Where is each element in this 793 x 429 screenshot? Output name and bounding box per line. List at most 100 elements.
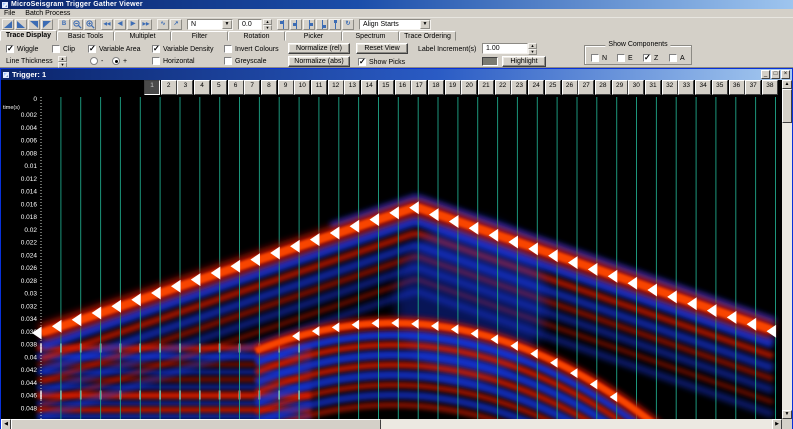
trace-header-button[interactable]: 31	[645, 80, 661, 95]
component-e-checkbox[interactable]: E	[617, 53, 633, 63]
label-increment-input[interactable]: 1.00	[482, 43, 528, 54]
component-select[interactable]: N ▼	[187, 18, 233, 30]
wiggle-scale-icon-4[interactable]	[41, 18, 53, 30]
trace-header-button[interactable]: 33	[678, 80, 695, 95]
normalize-abs-button[interactable]: Normalize (abs)	[288, 56, 350, 67]
wiggle-scale-icon-3[interactable]	[28, 18, 40, 30]
trace-header-button[interactable]: 32	[661, 80, 678, 95]
trace-header-button[interactable]: 35	[711, 80, 728, 95]
vertical-scroll-thumb[interactable]	[782, 89, 792, 123]
trace-header-button[interactable]: 20	[461, 80, 478, 95]
trace-header-button[interactable]: 29	[611, 80, 628, 95]
align-tool-icon-1[interactable]	[277, 18, 289, 30]
tab-rotation[interactable]: Rotation	[228, 31, 285, 41]
menu-batch-process[interactable]: Batch Process	[25, 10, 70, 17]
highlight-button[interactable]: Highlight	[502, 56, 546, 67]
line-thickness-spinner[interactable]: ▲ ▼	[58, 56, 67, 68]
zoom-out-icon[interactable]	[71, 18, 83, 30]
tab-basic-tools[interactable]: Basic Tools	[57, 31, 114, 41]
trace-header-button[interactable]: 24	[528, 80, 545, 95]
trace-header-button[interactable]: 15	[377, 80, 394, 95]
close-button[interactable]: ×	[781, 70, 790, 79]
align-tool-icon-2[interactable]	[290, 18, 302, 30]
tab-picker[interactable]: Picker	[285, 31, 342, 41]
label-increment-spinner[interactable]: ▲ ▼	[528, 43, 537, 55]
scroll-right-button[interactable]: ▶	[772, 419, 782, 429]
variable-density-checkbox[interactable]: Variable Density	[152, 44, 213, 54]
trace-header-button[interactable]: 12	[327, 80, 344, 95]
trace-header-button[interactable]: 4	[194, 80, 211, 95]
trace-header-button[interactable]: 8	[260, 80, 277, 95]
seismic-gather-canvas[interactable]: 0 0.002 0.004 0.006 0.008 0.01 0.012 0.014 0.016…	[1, 95, 782, 429]
trace-header-button[interactable]: 13	[344, 80, 361, 95]
trace-header-button[interactable]: 3	[177, 80, 194, 95]
spin-down-icon[interactable]: ▼	[528, 49, 537, 55]
align-tool-icon-5[interactable]	[329, 18, 341, 30]
refresh-icon[interactable]: ↻	[342, 18, 354, 30]
trace-header-button[interactable]: 17	[411, 80, 428, 95]
trace-header-button[interactable]: 21	[478, 80, 494, 95]
trace-header-button[interactable]: 37	[745, 80, 762, 95]
tab-trace-ordering[interactable]: Trace Ordering	[399, 31, 456, 41]
next-trigger-icon[interactable]: ▶	[127, 18, 139, 30]
export-icon[interactable]: ↗	[170, 18, 182, 30]
restore-button[interactable]: □	[771, 70, 780, 79]
scroll-left-button[interactable]: ◀	[1, 419, 11, 429]
trace-header-button[interactable]: 6	[227, 80, 244, 95]
trace-header-button[interactable]: 36	[728, 80, 745, 95]
highlight-colour-swatch[interactable]	[482, 57, 498, 66]
align-tool-icon-4[interactable]	[316, 18, 328, 30]
trace-header-button[interactable]: 38	[761, 80, 778, 95]
horizontal-scrollbar[interactable]: ◀ ▶	[1, 419, 782, 429]
component-a-checkbox[interactable]: A	[669, 53, 685, 63]
trace-header-button[interactable]: 26	[561, 80, 578, 95]
last-trigger-icon[interactable]: ▶▶	[140, 18, 152, 30]
trace-header-button[interactable]: 25	[544, 80, 561, 95]
tab-trace-display[interactable]: Trace Display	[0, 30, 57, 41]
trace-header-button[interactable]: 7	[244, 80, 261, 95]
zoom-in-icon[interactable]	[84, 18, 96, 30]
first-trigger-icon[interactable]: ◀◀	[101, 18, 113, 30]
vertical-scrollbar[interactable]: ▲ ▼	[782, 80, 792, 419]
show-picks-checkbox[interactable]: Show Picks	[358, 57, 405, 67]
thickness-minus-radio[interactable]: -	[90, 56, 103, 66]
trace-header-button[interactable]: 1	[144, 80, 160, 95]
horizontal-checkbox[interactable]: Horizontal	[152, 56, 195, 66]
trace-header-button[interactable]: 16	[394, 80, 411, 95]
tab-multiplet[interactable]: Multiplet	[114, 31, 171, 41]
bold-button[interactable]: B	[58, 18, 70, 30]
trace-header-button[interactable]: 34	[695, 80, 712, 95]
tab-filter[interactable]: Filter	[171, 31, 228, 41]
component-z-checkbox[interactable]: Z	[643, 53, 658, 63]
clip-checkbox[interactable]: Clip	[52, 44, 75, 54]
gain-spinner[interactable]: ▲ ▼	[263, 18, 272, 31]
reset-view-button[interactable]: Reset View	[356, 43, 408, 54]
trace-header-button[interactable]: 5	[210, 80, 227, 95]
minimize-button[interactable]: _	[761, 70, 770, 79]
trace-header-button[interactable]: 18	[427, 80, 444, 95]
align-mode-select[interactable]: Align Starts ▼	[359, 18, 431, 30]
scroll-up-button[interactable]: ▲	[782, 80, 792, 89]
previous-trigger-icon[interactable]: ◀	[114, 18, 126, 30]
gain-input[interactable]: 0.0	[238, 18, 262, 30]
horizontal-scroll-thumb[interactable]	[11, 419, 381, 429]
trace-header-button[interactable]: 27	[578, 80, 595, 95]
trace-header-button[interactable]: 22	[494, 80, 511, 95]
trace-header-button[interactable]: 23	[511, 80, 528, 95]
trace-header-button[interactable]: 2	[160, 80, 177, 95]
invert-colours-checkbox[interactable]: Invert Colours	[224, 44, 279, 54]
wiggle-checkbox[interactable]: Wiggle	[6, 44, 38, 54]
tab-spectrum[interactable]: Spectrum	[342, 31, 399, 41]
wiggle-scale-icon-1[interactable]	[2, 18, 14, 30]
align-tool-icon-3[interactable]	[303, 18, 315, 30]
trace-header-button[interactable]: 9	[277, 80, 294, 95]
trace-header-button[interactable]: 30	[628, 80, 645, 95]
trace-header-button[interactable]: 14	[361, 80, 378, 95]
trace-header-button[interactable]: 28	[594, 80, 611, 95]
scroll-down-button[interactable]: ▼	[782, 410, 792, 419]
trace-header-button[interactable]: 11	[311, 80, 327, 95]
trace-header-button[interactable]: 19	[444, 80, 461, 95]
wiggle-scale-icon-2[interactable]	[15, 18, 27, 30]
normalize-rel-button[interactable]: Normalize (rel)	[288, 43, 350, 54]
thickness-plus-radio[interactable]: +	[112, 56, 127, 66]
